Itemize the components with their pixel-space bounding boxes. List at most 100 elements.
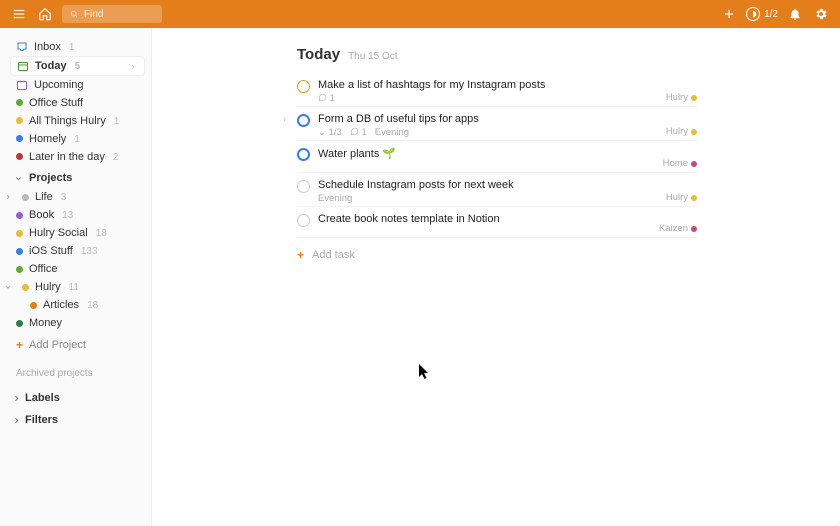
tag-dot-icon: [691, 129, 697, 135]
task-row[interactable]: Create book notes template in NotionKaiz…: [297, 207, 697, 238]
inbox-icon: [16, 41, 28, 53]
task-title: Water plants 🌱: [318, 147, 697, 160]
productivity-indicator[interactable]: 1/2: [746, 7, 778, 21]
notifications-icon[interactable]: [786, 5, 804, 23]
nav-label: Inbox: [34, 41, 61, 53]
task-checkbox[interactable]: [297, 114, 310, 127]
chevron-down-icon: [4, 283, 12, 291]
project-label: Office: [29, 263, 58, 275]
task-project-tag[interactable]: Home: [663, 158, 697, 169]
task-title: Make a list of hashtags for my Instagram…: [318, 79, 697, 91]
chevron-right-icon: [12, 416, 21, 425]
tag-dot-icon: [691, 95, 697, 101]
progress-circle-icon: [746, 7, 760, 21]
comment-count: 1: [350, 127, 367, 138]
task-checkbox[interactable]: [297, 214, 310, 227]
project-count: 13: [62, 210, 73, 221]
chevron-right-icon: ›: [128, 61, 138, 71]
search-box[interactable]: [62, 5, 162, 23]
task-title: Create book notes template in Notion: [318, 213, 697, 225]
task-project-tag[interactable]: Hulry: [666, 126, 697, 137]
task-row[interactable]: Make a list of hashtags for my Instagram…: [297, 73, 697, 107]
project-dot-icon: [16, 97, 23, 109]
sidebar: Inbox1Today5›UpcomingOffice StuffAll Thi…: [0, 28, 152, 526]
search-input[interactable]: [84, 9, 154, 20]
upcoming-icon: [16, 79, 28, 91]
comment-count: 1: [318, 93, 335, 104]
project-count: 18: [96, 228, 107, 239]
nav-label: Today: [35, 60, 67, 72]
labels-text: Labels: [25, 392, 60, 404]
nav-label: Office Stuff: [29, 97, 83, 109]
nav-count: 5: [75, 61, 81, 72]
project-dot-icon: [16, 248, 23, 255]
project-count: 3: [61, 192, 67, 203]
project-item[interactable]: Money: [10, 314, 145, 332]
task-row[interactable]: Schedule Instagram posts for next weekEv…: [297, 173, 697, 207]
project-item[interactable]: Life 3: [10, 188, 145, 206]
project-dot-icon: [16, 151, 23, 163]
project-item[interactable]: Office: [10, 260, 145, 278]
project-dot-icon: [16, 212, 23, 219]
labels-section[interactable]: Labels: [10, 387, 145, 409]
add-task-button[interactable]: + Add task: [297, 238, 697, 272]
project-label: Money: [29, 317, 62, 329]
sidebar-nav-item[interactable]: Today 5 ›: [10, 56, 145, 76]
task-project-tag[interactable]: Hulry: [666, 192, 697, 203]
subtask-count: ⌄ 1/3: [318, 127, 342, 138]
today-icon: [17, 60, 29, 72]
chevron-down-icon: [14, 174, 23, 183]
menu-icon[interactable]: [10, 5, 28, 23]
task-checkbox[interactable]: [297, 148, 310, 161]
tag-dot-icon: [691, 226, 697, 232]
project-item[interactable]: Hulry Social18: [10, 224, 145, 242]
task-checkbox[interactable]: [297, 80, 310, 93]
project-dot-icon: [22, 194, 29, 201]
main-content: Today Thu 15 Oct Make a list of hashtags…: [152, 28, 840, 526]
project-label: Life: [35, 191, 53, 203]
project-label: Book: [29, 209, 54, 221]
project-dot-icon: [16, 115, 23, 127]
archived-projects[interactable]: Archived projects: [10, 358, 145, 383]
chevron-right-icon[interactable]: ›: [283, 114, 286, 124]
project-dot-icon: [16, 320, 23, 327]
sidebar-nav-item[interactable]: Upcoming: [10, 76, 145, 94]
projects-label: Projects: [29, 172, 72, 184]
project-label: Articles: [43, 299, 79, 311]
task-project-tag[interactable]: Kaizen: [659, 223, 697, 234]
sidebar-nav-item[interactable]: Later in the day2: [10, 148, 145, 166]
task-checkbox[interactable]: [297, 180, 310, 193]
plus-icon: +: [16, 338, 23, 352]
settings-gear-icon[interactable]: [812, 5, 830, 23]
chevron-right-icon: [4, 193, 12, 201]
nav-count: 2: [113, 152, 119, 163]
project-item[interactable]: iOS Stuff 133: [10, 242, 145, 260]
project-item[interactable]: Articles18: [10, 296, 145, 314]
add-project-label: Add Project: [29, 339, 86, 351]
nav-label: Upcoming: [34, 79, 84, 91]
project-label: Hulry: [35, 281, 61, 293]
projects-header[interactable]: Projects: [10, 166, 145, 188]
project-item[interactable]: Hulry11: [10, 278, 145, 296]
sidebar-nav-item[interactable]: Office Stuff: [10, 94, 145, 112]
task-project-tag[interactable]: Hulry: [666, 92, 697, 103]
sidebar-nav-item[interactable]: Inbox1: [10, 38, 145, 56]
project-count: 133: [81, 246, 98, 257]
home-icon[interactable]: [36, 5, 54, 23]
project-item[interactable]: Book 13: [10, 206, 145, 224]
task-row[interactable]: Water plants 🌱Home: [297, 141, 697, 173]
sidebar-nav-item[interactable]: Homely 1: [10, 130, 145, 148]
nav-label: Homely: [29, 133, 66, 145]
add-project-button[interactable]: + Add Project: [10, 332, 145, 358]
chevron-right-icon: [12, 394, 21, 403]
nav-count: 1: [74, 134, 80, 145]
task-row[interactable]: ›Form a DB of useful tips for apps⌄ 1/3 …: [297, 107, 697, 141]
filters-section[interactable]: Filters: [10, 409, 145, 431]
project-dot-icon: [16, 230, 23, 237]
plus-icon: +: [297, 248, 304, 262]
project-dot-icon: [16, 266, 23, 273]
progress-text: 1/2: [764, 9, 778, 20]
project-label: iOS Stuff: [29, 245, 73, 257]
sidebar-nav-item[interactable]: All Things Hulry1: [10, 112, 145, 130]
add-task-icon[interactable]: [720, 5, 738, 23]
